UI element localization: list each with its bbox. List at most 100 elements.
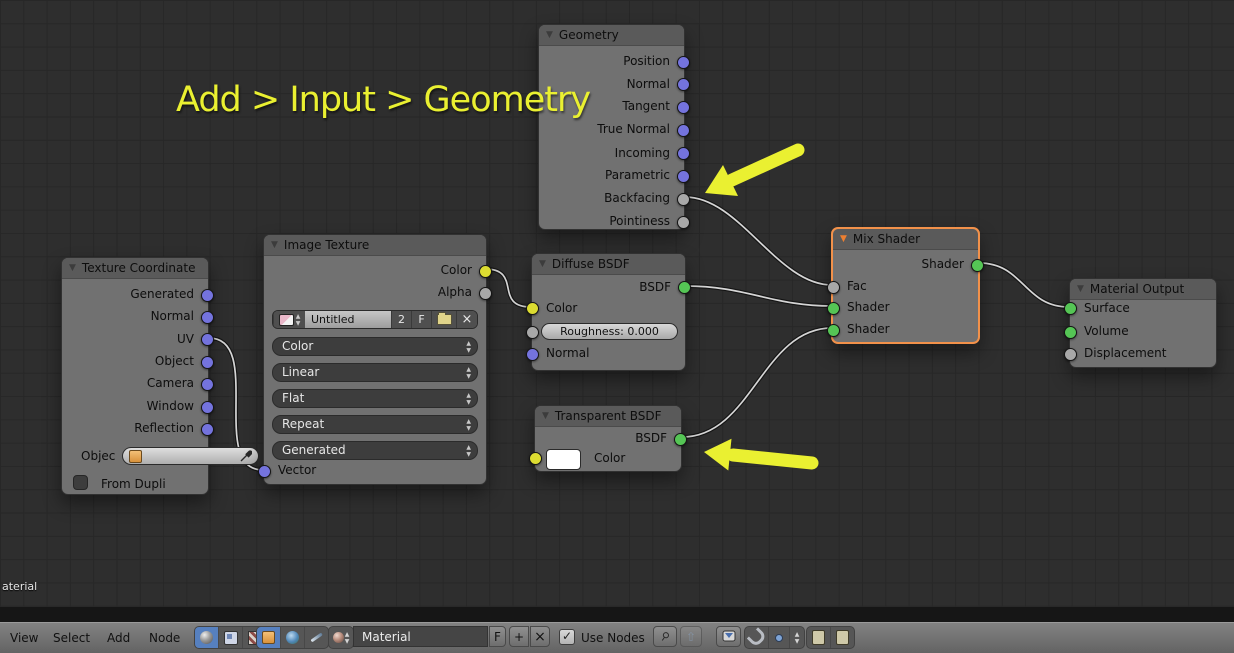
socket-shader-out[interactable] <box>971 259 984 272</box>
browse-material-icon-button[interactable]: ▲▼ <box>329 627 353 648</box>
menu-node[interactable]: Node <box>149 631 180 645</box>
socket-fac-in[interactable] <box>827 281 840 294</box>
collapse-triangle-icon[interactable]: ▼ <box>271 241 278 250</box>
snap-toggle-button[interactable] <box>745 627 768 648</box>
up-arrow-icon: ⇧ <box>686 630 696 644</box>
menu-select[interactable]: Select <box>53 631 90 645</box>
socket-camera-out[interactable] <box>201 378 214 391</box>
socket-volume-in[interactable] <box>1064 326 1077 339</box>
folder-icon <box>437 314 452 325</box>
object-cube-icon <box>129 450 142 463</box>
node-material-output[interactable]: ▼ Material Output Surface Volume Displac… <box>1069 278 1217 368</box>
socket-label: Camera <box>147 375 194 391</box>
socket-shader2-in[interactable] <box>827 324 840 337</box>
object-context-button[interactable] <box>257 627 280 648</box>
node-header-diffuse-bsdf[interactable]: ▼ Diffuse BSDF <box>532 254 685 275</box>
socket-label: Tangent <box>622 98 670 114</box>
node-header-transparent-bsdf[interactable]: ▼ Transparent BSDF <box>535 406 681 427</box>
socket-position-out[interactable] <box>677 56 690 69</box>
socket-tangent-out[interactable] <box>677 101 690 114</box>
interpolation-dropdown[interactable]: Linear ▲▼ <box>272 363 478 382</box>
socket-alpha-out[interactable] <box>479 287 492 300</box>
image-browse-button[interactable]: ▲▼ <box>273 311 305 328</box>
menu-add[interactable]: Add <box>107 631 130 645</box>
socket-label: Vector <box>278 462 316 478</box>
dropdown-arrows-icon: ▲▼ <box>466 444 471 458</box>
socket-object-out[interactable] <box>201 356 214 369</box>
menu-view[interactable]: View <box>10 631 38 645</box>
unlink-image-button[interactable]: × <box>456 311 477 328</box>
dropdown-value: Flat <box>282 391 304 405</box>
object-cube-icon <box>262 631 275 644</box>
material-sphere-icon <box>333 632 344 643</box>
socket-backfacing-out[interactable] <box>677 193 690 206</box>
socket-normal-in[interactable] <box>526 348 539 361</box>
collapse-triangle-icon[interactable]: ▼ <box>539 260 546 269</box>
shader-nodes-button[interactable] <box>195 627 218 648</box>
node-geometry[interactable]: ▼ Geometry Position Normal Tangent True … <box>538 24 685 230</box>
socket-true-normal-out[interactable] <box>677 124 690 137</box>
object-field-label: Objec <box>81 448 115 464</box>
source-dropdown[interactable]: Generated ▲▼ <box>272 441 478 460</box>
image-name-field[interactable]: Untitled <box>305 311 391 328</box>
socket-generated-out[interactable] <box>201 289 214 302</box>
snap-mode-arrows[interactable]: ▲▼ <box>789 627 804 648</box>
socket-color-in[interactable] <box>529 452 542 465</box>
projection-dropdown[interactable]: Flat ▲▼ <box>272 389 478 408</box>
use-nodes-checkbox[interactable]: ✓ <box>559 629 575 645</box>
socket-vector-in[interactable] <box>258 465 271 478</box>
color-space-dropdown[interactable]: Color ▲▼ <box>272 337 478 356</box>
socket-reflection-out[interactable] <box>201 423 214 436</box>
node-header-texture-coordinate[interactable]: ▼ Texture Coordinate <box>62 258 208 279</box>
fake-user-button[interactable]: F <box>411 311 431 328</box>
copy-nodes-button[interactable] <box>807 627 830 648</box>
node-header-geometry[interactable]: ▼ Geometry <box>539 25 684 46</box>
collapse-triangle-icon[interactable]: ▼ <box>546 31 553 40</box>
collapse-triangle-icon[interactable]: ▼ <box>840 235 847 244</box>
roughness-slider[interactable]: Roughness: 0.000 <box>541 323 678 340</box>
socket-pointiness-out[interactable] <box>677 216 690 229</box>
dropdown-arrows-icon: ▲▼ <box>466 340 471 354</box>
socket-color-in[interactable] <box>526 302 539 315</box>
socket-parametric-out[interactable] <box>677 170 690 183</box>
socket-color-out[interactable] <box>479 265 492 278</box>
node-transparent-bsdf[interactable]: ▼ Transparent BSDF BSDF Color <box>534 405 682 472</box>
socket-label: Normal <box>627 76 670 92</box>
snap-element-button[interactable] <box>768 627 789 648</box>
collapse-triangle-icon[interactable]: ▼ <box>542 412 549 421</box>
linestyle-context-button[interactable] <box>304 627 328 648</box>
from-dupli-label: From Dupli <box>101 476 166 492</box>
collapse-triangle-icon[interactable]: ▼ <box>1077 285 1084 294</box>
eyedropper-icon[interactable] <box>240 450 252 462</box>
node-mix-shader[interactable]: ▼ Mix Shader Shader Fac Shader Shader <box>831 227 980 344</box>
socket-bsdf-out[interactable] <box>674 433 687 446</box>
extension-dropdown[interactable]: Repeat ▲▼ <box>272 415 478 434</box>
node-diffuse-bsdf[interactable]: ▼ Diffuse BSDF BSDF Color Roughness: 0.0… <box>531 253 686 371</box>
node-header-image-texture[interactable]: ▼ Image Texture <box>264 235 486 256</box>
socket-shader1-in[interactable] <box>827 302 840 315</box>
paste-nodes-button[interactable] <box>830 627 854 648</box>
collapse-triangle-icon[interactable]: ▼ <box>69 264 76 273</box>
open-image-button[interactable] <box>431 311 456 328</box>
socket-roughness-in[interactable] <box>526 326 539 339</box>
socket-label: True Normal <box>597 121 670 137</box>
node-title: Transparent BSDF <box>555 409 662 423</box>
object-selector-field[interactable] <box>122 447 259 465</box>
node-header-material-output[interactable]: ▼ Material Output <box>1070 279 1216 300</box>
socket-window-out[interactable] <box>201 401 214 414</box>
socket-displacement-in[interactable] <box>1064 348 1077 361</box>
node-header-mix-shader[interactable]: ▼ Mix Shader <box>833 229 978 250</box>
compositing-nodes-button[interactable] <box>218 627 242 648</box>
image-users-count-button[interactable]: 2 <box>391 311 411 328</box>
color-swatch[interactable] <box>546 449 581 470</box>
socket-normal-out[interactable] <box>201 311 214 324</box>
material-browse-button[interactable]: ▲▼ <box>328 626 354 649</box>
node-image-texture[interactable]: ▼ Image Texture Color Alpha ▲▼ Untitled … <box>263 234 487 485</box>
from-dupli-checkbox[interactable] <box>73 475 88 490</box>
world-context-button[interactable] <box>280 627 304 648</box>
line-style-icon <box>310 633 322 643</box>
dropdown-value: Color <box>282 339 313 353</box>
socket-surface-in[interactable] <box>1064 302 1077 315</box>
dropdown-value: Linear <box>282 365 319 379</box>
node-texture-coordinate[interactable]: ▼ Texture Coordinate Generated Normal UV… <box>61 257 209 495</box>
